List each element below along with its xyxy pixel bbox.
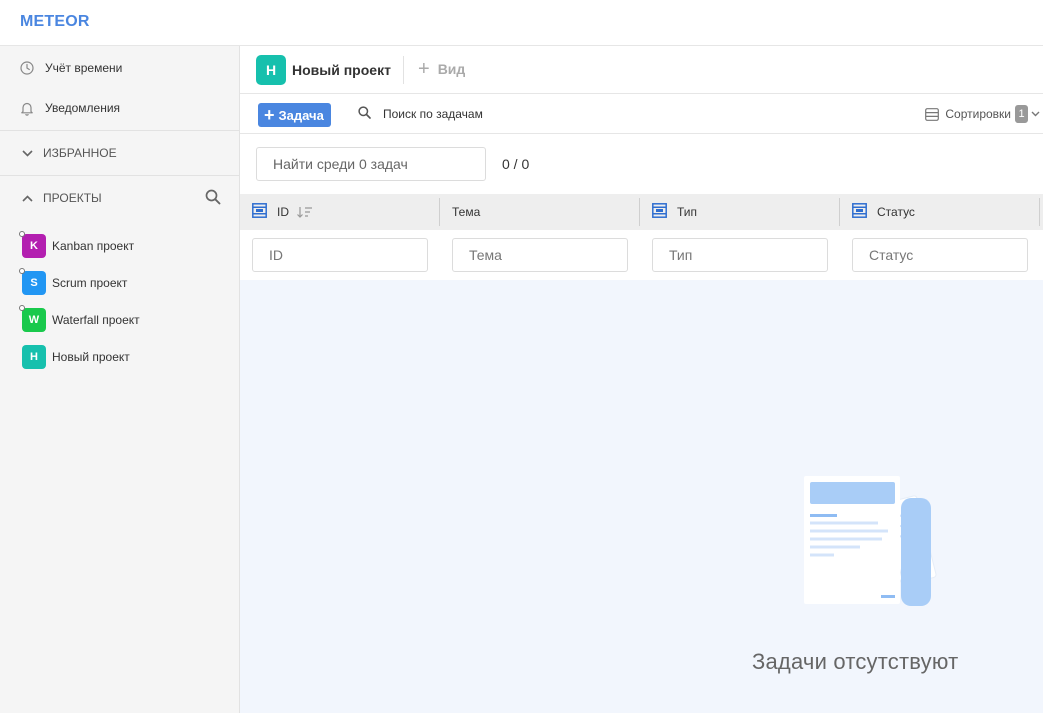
- sort-icon[interactable]: [297, 206, 313, 218]
- sidebar-project-new[interactable]: Н Новый проект: [22, 345, 130, 369]
- status-dot: [19, 268, 25, 274]
- find-tasks-input[interactable]: [256, 147, 486, 181]
- sort-count-badge: 1: [1015, 105, 1028, 123]
- column-settings-icon[interactable]: [652, 203, 667, 221]
- page-title[interactable]: Новый проект: [292, 62, 391, 78]
- top-bar: METEOR: [0, 0, 1043, 46]
- project-name: Новый проект: [52, 350, 130, 364]
- divider: [403, 56, 404, 84]
- column-label: ID: [277, 205, 289, 219]
- add-view-label: Вид: [437, 61, 466, 77]
- column-header-id[interactable]: ID: [252, 194, 313, 230]
- task-search[interactable]: Поиск по задачам: [358, 106, 483, 122]
- search-icon: [358, 106, 371, 122]
- sidebar-project-scrum[interactable]: S Scrum проект: [19, 268, 128, 295]
- project-badge: W: [19, 305, 46, 332]
- empty-documents-illustration: [800, 476, 970, 621]
- projects-section-header[interactable]: ПРОЕКТЫ: [0, 176, 239, 220]
- plus-icon: +: [264, 105, 275, 125]
- column-label: Статус: [877, 205, 915, 219]
- project-badge: Н: [22, 345, 46, 369]
- sort-label: Сортировки: [945, 107, 1011, 121]
- column-header-type[interactable]: Тип: [652, 194, 697, 230]
- type-filter-input[interactable]: [652, 238, 828, 272]
- status-filter-input[interactable]: [852, 238, 1028, 272]
- search-icon[interactable]: [205, 189, 221, 208]
- table-header: ID Тема Тип Статус: [240, 194, 1043, 230]
- column-settings-icon[interactable]: [252, 203, 267, 221]
- column-label: Тема: [452, 205, 481, 219]
- status-dot: [19, 305, 25, 311]
- results-counter: 0 / 0: [502, 156, 530, 172]
- main-content: Н Новый проект + Вид + Задача Поиск по з…: [240, 46, 1043, 713]
- project-name: Waterfall проект: [52, 313, 140, 327]
- toolbar: + Задача Поиск по задачам Сортировки 1: [240, 94, 1043, 134]
- column-divider[interactable]: [839, 198, 840, 226]
- plus-icon: +: [418, 58, 430, 80]
- project-badge: K: [19, 231, 46, 258]
- projects-label: ПРОЕКТЫ: [43, 191, 102, 205]
- bell-icon: [19, 100, 35, 116]
- add-task-label: Задача: [278, 107, 324, 123]
- clock-icon: [19, 60, 35, 76]
- column-filter-row: [240, 230, 1043, 280]
- sidebar-project-kanban[interactable]: K Kanban проект: [19, 231, 135, 258]
- add-task-button[interactable]: + Задача: [258, 103, 331, 127]
- sidebar-item-label: Уведомления: [45, 101, 121, 115]
- list-icon: [925, 107, 940, 121]
- status-dot: [19, 231, 25, 237]
- project-badge: S: [19, 268, 46, 295]
- sidebar-item-label: Учёт времени: [45, 61, 123, 75]
- id-filter-input[interactable]: [252, 238, 428, 272]
- chevron-down-icon: [1031, 111, 1040, 117]
- favorites-section-header[interactable]: ИЗБРАННОЕ: [0, 131, 239, 175]
- sidebar-item-time-tracking[interactable]: Учёт времени: [0, 48, 239, 88]
- subject-filter-input[interactable]: [452, 238, 628, 272]
- column-divider[interactable]: [439, 198, 440, 226]
- chevron-up-icon: [21, 192, 33, 204]
- column-label: Тип: [677, 205, 698, 219]
- project-badge: Н: [256, 55, 286, 85]
- column-divider[interactable]: [639, 198, 640, 226]
- app-logo[interactable]: METEOR: [20, 13, 90, 31]
- chevron-down-icon: [21, 147, 33, 159]
- column-settings-icon[interactable]: [852, 203, 867, 221]
- filter-bar: 0 / 0: [240, 134, 1043, 194]
- sort-button[interactable]: Сортировки 1: [925, 105, 1040, 123]
- column-header-subject[interactable]: Тема: [452, 194, 480, 230]
- sidebar-project-waterfall[interactable]: W Waterfall проект: [19, 305, 140, 332]
- column-divider[interactable]: [1039, 198, 1040, 226]
- sidebar: Учёт времени Уведомления ИЗБРАННОЕ ПРОЕК…: [0, 46, 240, 713]
- sidebar-item-notifications[interactable]: Уведомления: [0, 88, 239, 128]
- project-name: Scrum проект: [52, 276, 128, 290]
- empty-state-message: Задачи отсутствуют: [752, 649, 959, 674]
- project-header: Н Новый проект + Вид: [240, 46, 1043, 94]
- add-view-button[interactable]: + Вид: [418, 58, 466, 80]
- favorites-label: ИЗБРАННОЕ: [43, 146, 117, 160]
- column-header-status[interactable]: Статус: [852, 194, 915, 230]
- task-search-label: Поиск по задачам: [383, 107, 483, 121]
- empty-state: Задачи отсутствуют: [240, 280, 1043, 713]
- project-name: Kanban проект: [52, 239, 135, 253]
